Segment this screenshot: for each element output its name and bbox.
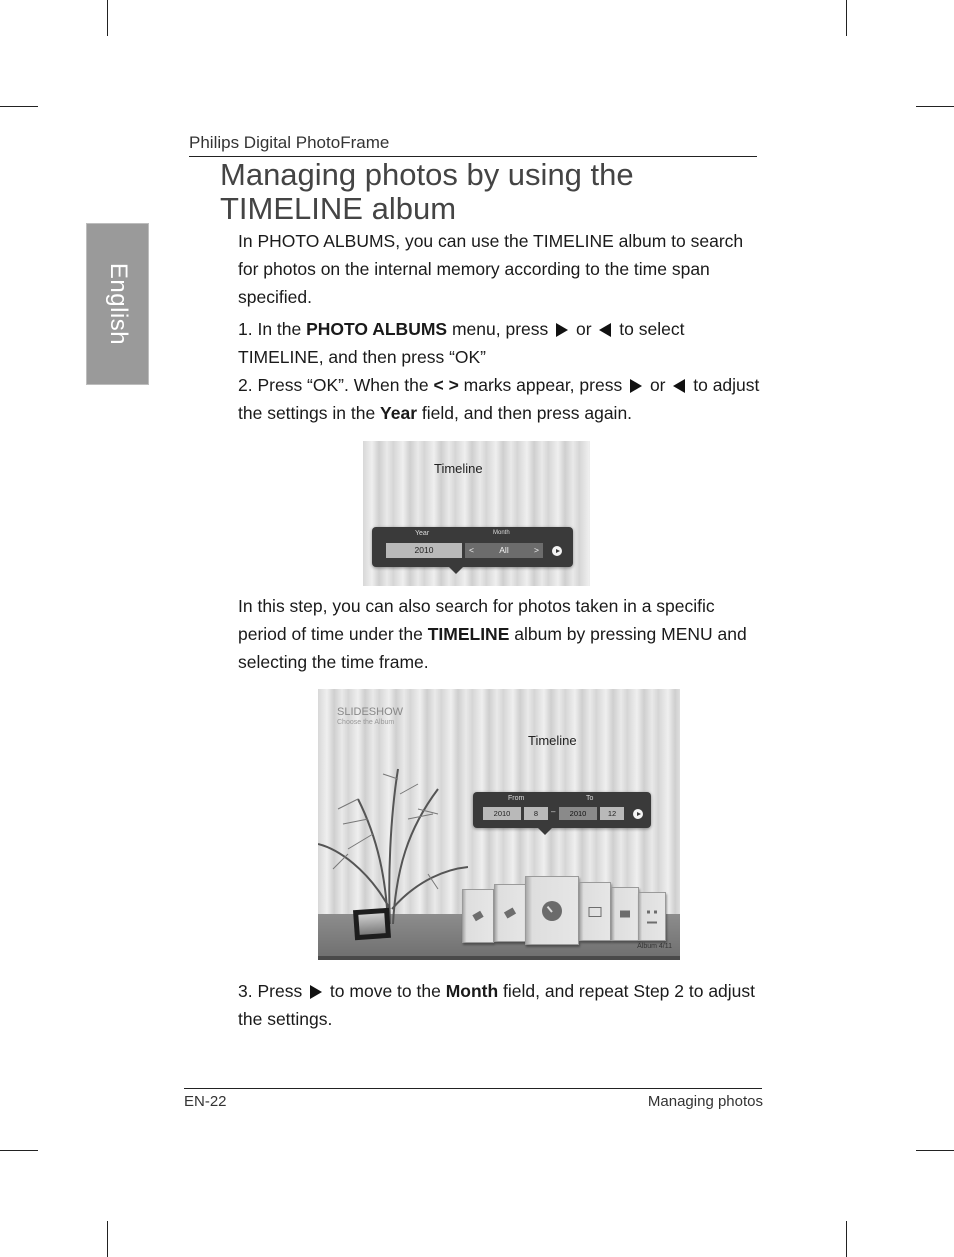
year-term: Year [380, 403, 418, 423]
year-field[interactable]: 2010 [386, 543, 462, 558]
crop-mark [0, 1150, 38, 1151]
crop-mark [107, 0, 108, 36]
step-2: 2. Press “OK”. When the < > marks appear… [238, 375, 760, 423]
month-label: Month [493, 530, 510, 536]
right-arrow-icon [630, 379, 643, 394]
range-dash: – [551, 807, 556, 816]
people-icon [647, 910, 657, 923]
timeline-term: TIMELINE [427, 624, 510, 644]
crop-mark [0, 106, 38, 107]
intro-paragraph: In PHOTO ALBUMS, you can use the TIMELIN… [238, 231, 744, 307]
right-arrow-icon [556, 323, 569, 338]
timeline-range-screenshot: SLIDESHOW Choose the Album Timeline From… [318, 689, 680, 960]
crop-mark [846, 1221, 847, 1257]
crop-mark [846, 0, 847, 36]
language-tab-label: English [104, 262, 132, 346]
intro-block: In PHOTO ALBUMS, you can use the TIMELIN… [238, 227, 768, 427]
running-head: Philips Digital PhotoFrame [189, 133, 390, 152]
month-term: Month [445, 981, 499, 1001]
middle-paragraph: In this step, you can also search for ph… [238, 596, 747, 672]
right-arrow-icon [310, 985, 323, 1000]
album-book[interactable] [462, 889, 494, 943]
from-month-field[interactable]: 8 [524, 807, 548, 820]
marks-symbol: < > [433, 375, 459, 395]
slideshow-heading: SLIDESHOW [337, 706, 404, 718]
screenshot-title: Timeline [528, 733, 577, 748]
frame-add-icon [588, 906, 602, 917]
album-icon [472, 910, 484, 922]
album-book-selected[interactable] [525, 876, 579, 945]
folder-icon [620, 910, 630, 918]
plant-illustration [318, 768, 468, 925]
step-3-block: 3. Press to move to the Month field, and… [238, 977, 768, 1033]
screenshot-title: Timeline [434, 461, 483, 476]
chevron-right-icon[interactable]: > [534, 543, 539, 558]
clock-icon [542, 900, 562, 921]
left-arrow-icon [673, 379, 686, 394]
month-field[interactable]: < All > [465, 543, 543, 558]
middle-block: In this step, you can also search for ph… [238, 592, 768, 676]
choose-album-subtitle: Choose the Album [337, 719, 395, 726]
step-3: 3. Press to move to the Month field, and… [238, 981, 756, 1029]
play-icon[interactable] [552, 546, 562, 556]
crop-mark [107, 1221, 108, 1257]
page-title: Managing photos by using the TIMELINE al… [220, 157, 634, 226]
album-book[interactable] [638, 892, 666, 941]
album-book[interactable] [611, 887, 639, 941]
left-arrow-icon [599, 323, 612, 338]
page-number: EN-22 [184, 1093, 227, 1110]
album-book[interactable] [579, 882, 611, 941]
play-icon[interactable] [633, 809, 643, 819]
footer-section: Managing photos [647, 1093, 763, 1110]
from-year-field[interactable]: 2010 [483, 807, 521, 820]
crop-mark [916, 1150, 954, 1151]
timeline-year-screenshot: Timeline Year Month 2010 < All > [363, 441, 590, 586]
album-icon [503, 907, 517, 919]
timeline-selector-panel: Year Month 2010 < All > [372, 527, 573, 574]
step-1: 1. In the PHOTO ALBUMS menu, press or to… [238, 319, 685, 367]
chevron-left-icon[interactable]: < [469, 543, 474, 558]
crop-mark [916, 106, 954, 107]
to-label: To [586, 795, 594, 802]
album-count: Album 4/11 [637, 943, 672, 950]
to-year-field[interactable]: 2010 [559, 807, 597, 820]
from-label: From [508, 795, 525, 802]
footer-rule [184, 1088, 762, 1089]
month-value: All [499, 545, 509, 555]
timeline-range-panel: From To 2010 8 – 2010 12 [473, 792, 651, 835]
photo-frame-illustration [352, 907, 392, 941]
year-label: Year [415, 530, 430, 537]
to-month-field[interactable]: 12 [600, 807, 624, 820]
language-tab: English [86, 223, 149, 385]
album-book[interactable] [494, 884, 526, 942]
photo-albums-term: PHOTO ALBUMS [306, 319, 448, 339]
